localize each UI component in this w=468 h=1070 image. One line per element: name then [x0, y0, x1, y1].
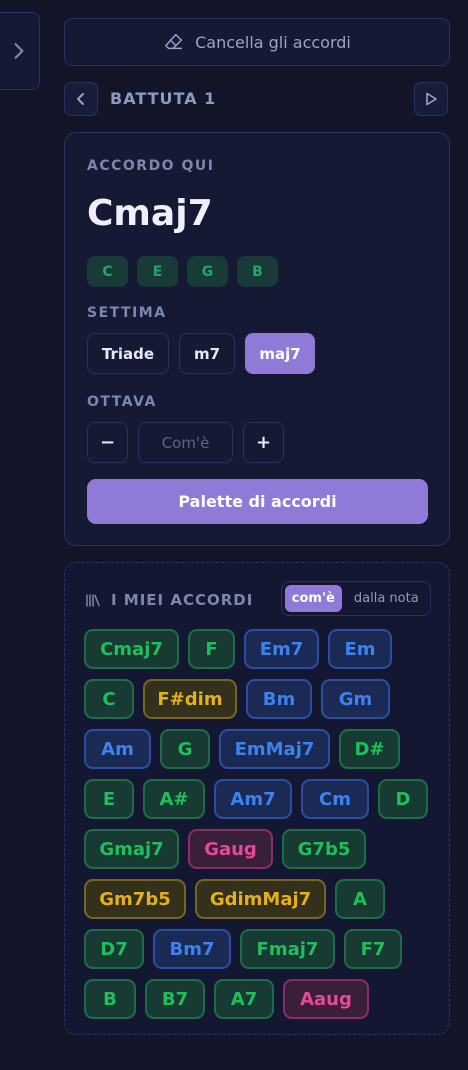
- octave-decrease-button[interactable]: −: [87, 422, 128, 463]
- chord-chip[interactable]: Gmaj7: [84, 829, 179, 869]
- toggle-from-note[interactable]: dalla nota: [346, 585, 427, 612]
- library-icon: [86, 594, 100, 607]
- chord-chip[interactable]: GdimMaj7: [195, 879, 326, 919]
- chord-chip-row: Gmaj7 Gaug G7b5: [84, 829, 434, 869]
- chord-chip[interactable]: D#: [339, 729, 400, 769]
- chord-chip[interactable]: G: [160, 729, 210, 769]
- octave-increase-button[interactable]: +: [243, 422, 284, 463]
- chord-chip[interactable]: Cmaj7: [84, 629, 179, 669]
- chevron-right-icon: [14, 43, 23, 59]
- sidebar-toggle-button[interactable]: [0, 12, 40, 90]
- chord-chip[interactable]: G7b5: [282, 829, 366, 869]
- chord-chip-row: Am G EmMaj7 D#: [84, 729, 434, 769]
- my-chords-card: I MIEI ACCORDI com'è dalla nota Cmaj7 F Em…: [64, 562, 450, 1035]
- chord-chip[interactable]: A: [335, 879, 385, 919]
- chord-chip[interactable]: B: [84, 979, 136, 1019]
- chord-chip[interactable]: Fmaj7: [240, 929, 335, 969]
- chevron-left-icon: [77, 93, 84, 105]
- chord-here-label: ACCORDO QUI: [87, 158, 215, 174]
- chord-chip-row: B B7 A7 Aaug: [84, 979, 434, 1019]
- note-badge: B: [237, 256, 278, 287]
- chord-chip[interactable]: F7: [344, 929, 402, 969]
- play-icon: [426, 92, 437, 106]
- my-chords-header: I MIEI ACCORDI: [85, 591, 253, 609]
- chord-chip[interactable]: B7: [145, 979, 205, 1019]
- chord-chip-row: Cmaj7 F Em7 Em: [84, 629, 434, 669]
- chord-chip[interactable]: A7: [214, 979, 274, 1019]
- previous-bar-button[interactable]: [64, 82, 98, 116]
- chord-name: Cmaj7: [87, 193, 213, 234]
- seventh-options: Triade m7 maj7: [87, 333, 315, 374]
- bar-label: BATTUTA 1: [110, 89, 217, 108]
- chord-notes: C E G B: [87, 256, 278, 287]
- chord-chip[interactable]: Am7: [214, 779, 292, 819]
- chord-chip[interactable]: A#: [143, 779, 205, 819]
- chord-chip[interactable]: D7: [84, 929, 144, 969]
- chord-chip[interactable]: E: [84, 779, 134, 819]
- seventh-option-maj7[interactable]: maj7: [245, 333, 315, 374]
- chord-chip[interactable]: Bm: [246, 679, 312, 719]
- chord-chip[interactable]: Bm7: [153, 929, 231, 969]
- display-mode-toggle: com'è dalla nota: [281, 581, 431, 616]
- octave-value[interactable]: Com'è: [138, 422, 233, 463]
- chord-chip-row: D7 Bm7 Fmaj7 F7: [84, 929, 434, 969]
- seventh-label: SETTIMA: [87, 305, 167, 321]
- eraser-icon: [165, 33, 183, 50]
- octave-stepper: − Com'è +: [87, 422, 284, 463]
- chord-card: ACCORDO QUI Cmaj7 C E G B SETTIMA Triade…: [64, 132, 450, 546]
- chord-palette-button[interactable]: Palette di accordi: [87, 479, 428, 524]
- note-badge: E: [137, 256, 178, 287]
- note-badge: C: [87, 256, 128, 287]
- chord-chip[interactable]: Cm: [301, 779, 369, 819]
- toggle-as-is[interactable]: com'è: [285, 585, 342, 612]
- chord-chip[interactable]: F#dim: [143, 679, 237, 719]
- clear-chords-button[interactable]: Cancella gli accordi: [64, 18, 450, 66]
- chord-chip[interactable]: D: [378, 779, 428, 819]
- note-badge: G: [187, 256, 228, 287]
- chord-chip[interactable]: F: [188, 629, 235, 669]
- chord-chip-row: C F#dim Bm Gm: [84, 679, 434, 719]
- chord-chip[interactable]: Gm7b5: [84, 879, 186, 919]
- chord-chip[interactable]: Gaug: [188, 829, 273, 869]
- chord-chip[interactable]: Em7: [244, 629, 319, 669]
- seventh-option-m7[interactable]: m7: [179, 333, 235, 374]
- my-chords-title: I MIEI ACCORDI: [111, 591, 254, 609]
- chord-chip[interactable]: Am: [84, 729, 151, 769]
- my-chords-list: Cmaj7 F Em7 Em C F#dim Bm Gm Am G EmMaj7 D# E A# Am7 Cm…: [84, 629, 434, 1029]
- chord-chip[interactable]: Aaug: [283, 979, 369, 1019]
- play-button[interactable]: [414, 82, 448, 116]
- octave-label: OTTAVA: [87, 394, 157, 410]
- seventh-option-triad[interactable]: Triade: [87, 333, 169, 374]
- chord-chip[interactable]: C: [84, 679, 134, 719]
- chord-chip[interactable]: Gm: [321, 679, 390, 719]
- clear-chords-label: Cancella gli accordi: [195, 32, 351, 52]
- chord-chip-row: E A# Am7 Cm D: [84, 779, 434, 819]
- chord-chip-row: Gm7b5 GdimMaj7 A: [84, 879, 434, 919]
- chord-chip[interactable]: Em: [328, 629, 392, 669]
- chord-chip[interactable]: EmMaj7: [219, 729, 330, 769]
